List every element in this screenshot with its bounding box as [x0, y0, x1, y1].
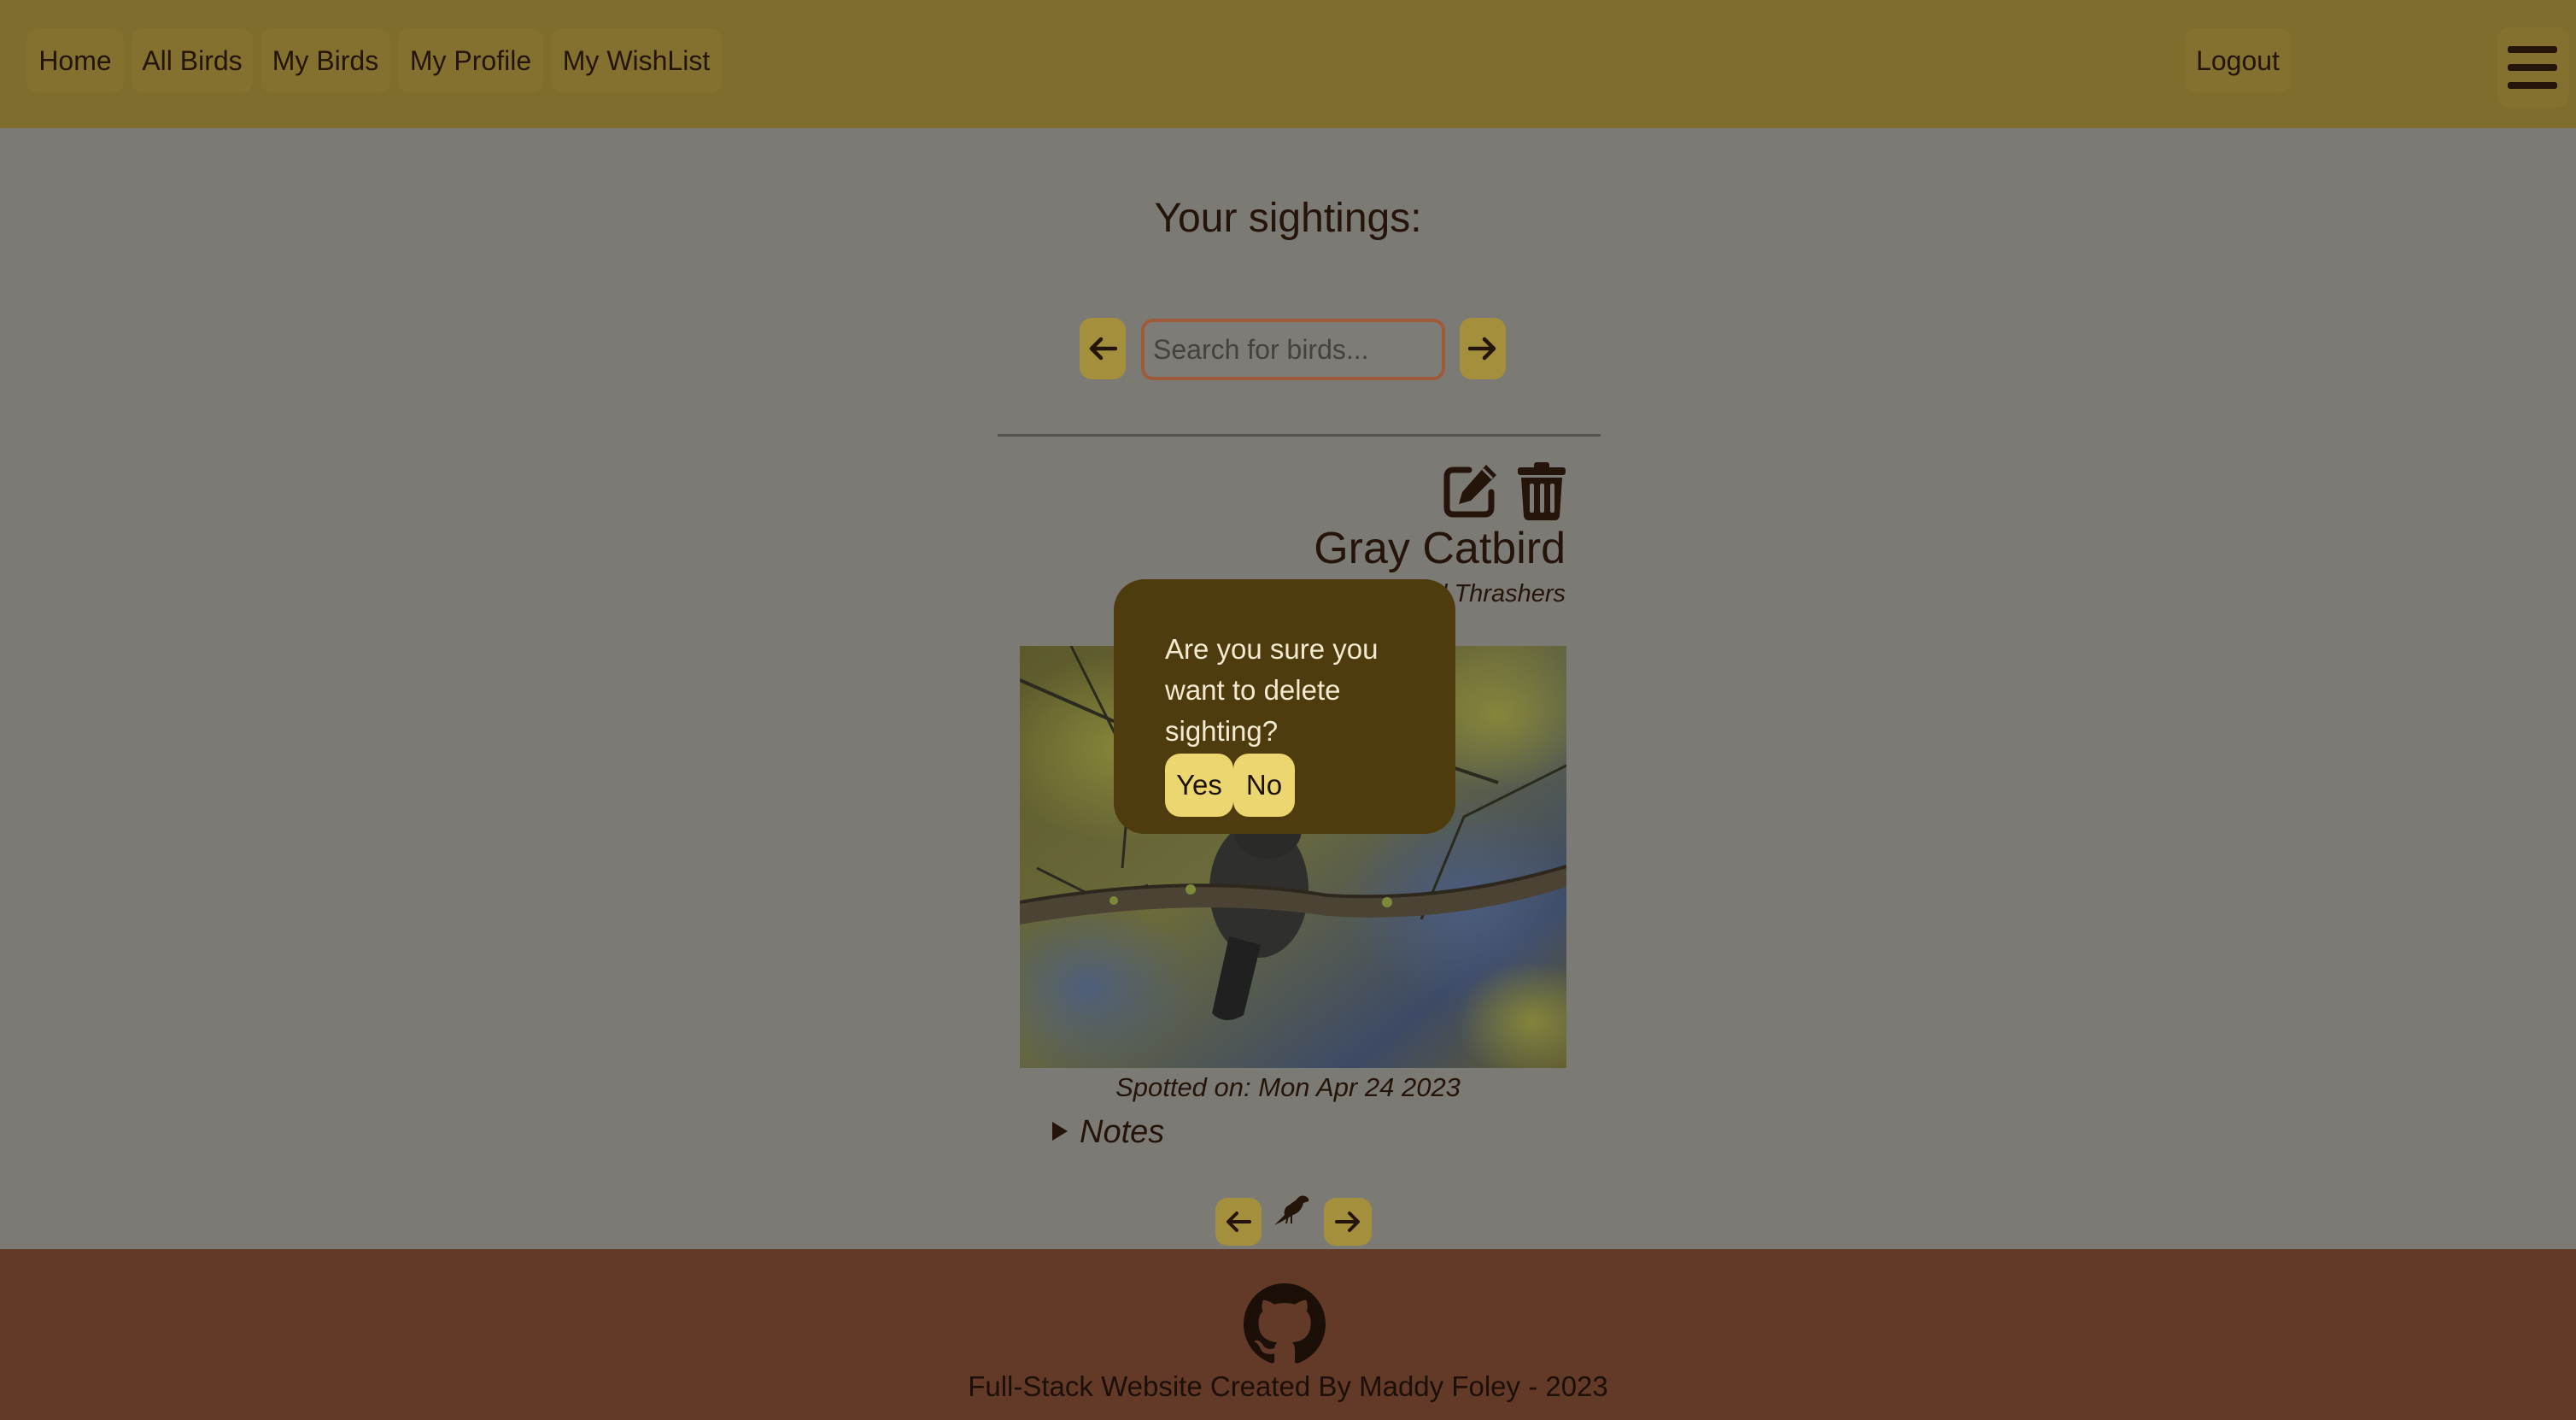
edit-icon — [1443, 465, 1496, 518]
bird-icon — [1273, 1193, 1310, 1227]
search-next-button[interactable] — [1460, 318, 1506, 379]
page-title: Your sightings: — [1154, 196, 1422, 241]
navbar: Home All Birds My Birds My Profile My Wi… — [0, 0, 2576, 128]
arrow-right-icon — [1335, 1212, 1360, 1232]
arrow-right-icon — [1468, 337, 1496, 361]
nav-my-profile-button[interactable]: My Profile — [398, 28, 543, 93]
nav-home-button[interactable]: Home — [26, 28, 124, 93]
github-icon[interactable] — [1244, 1283, 1326, 1365]
spotted-date: Spotted on: Mon Apr 24 2023 — [1115, 1072, 1461, 1102]
nav-my-birds-button[interactable]: My Birds — [261, 28, 390, 93]
footer: Full-Stack Website Created By Maddy Fole… — [0, 1249, 2576, 1420]
dialog-message: Are you sure you want to delete sighting… — [1165, 633, 1379, 747]
next-sighting-button[interactable] — [1324, 1198, 1372, 1246]
arrow-left-icon — [1089, 337, 1117, 361]
notes-label: Notes — [1080, 1114, 1165, 1150]
logout-button[interactable]: Logout — [2185, 28, 2291, 93]
nav-my-wishlist-button[interactable]: My WishList — [551, 28, 722, 93]
nav-all-birds-button[interactable]: All Birds — [132, 28, 253, 93]
search-input[interactable] — [1141, 319, 1445, 380]
notes-toggle[interactable]: Notes — [1052, 1114, 1164, 1151]
delete-sighting-button[interactable] — [1517, 461, 1566, 521]
delete-confirm-dialog: Are you sure you want to delete sighting… — [1114, 579, 1455, 834]
confirm-no-button[interactable]: No — [1233, 754, 1295, 817]
disclosure-triangle-icon — [1052, 1122, 1068, 1141]
hamburger-menu-icon[interactable] — [2497, 27, 2569, 108]
edit-sighting-button[interactable] — [1442, 461, 1500, 519]
confirm-yes-button[interactable]: Yes — [1165, 754, 1233, 817]
divider — [998, 434, 1601, 437]
footer-credit: Full-Stack Website Created By Maddy Fole… — [968, 1370, 1608, 1402]
search-prev-button[interactable] — [1080, 318, 1126, 379]
bird-name: Gray Catbird — [1314, 524, 1566, 573]
prev-sighting-button[interactable] — [1215, 1198, 1262, 1246]
trash-icon — [1518, 462, 1566, 520]
arrow-left-icon — [1227, 1212, 1251, 1232]
